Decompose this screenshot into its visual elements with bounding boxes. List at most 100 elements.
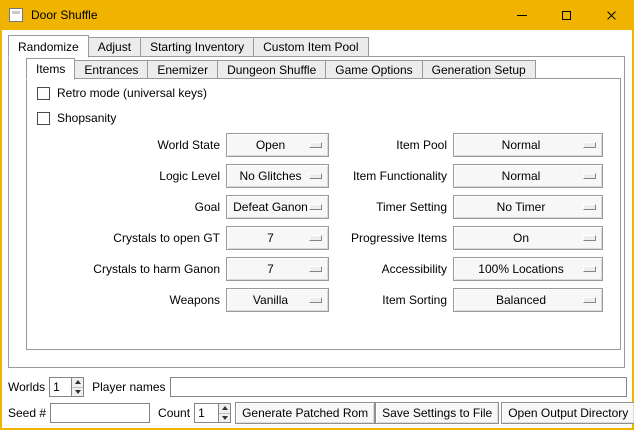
tab-randomize[interactable]: Randomize — [8, 35, 89, 58]
player-names-input[interactable] — [170, 377, 628, 397]
count-spinner-down-button[interactable] — [219, 413, 230, 423]
options-row: World State Open Item Pool Normal — [27, 129, 620, 160]
dropdown-indicator-icon — [309, 235, 322, 241]
seed-row: Seed # Count Generate Patched Rom Save S… — [8, 402, 627, 424]
retro-mode-checkbox[interactable] — [37, 87, 50, 100]
items-tab-panel: Retro mode (universal keys) Shopsanity W… — [26, 78, 621, 350]
dropdown-indicator-icon — [583, 173, 596, 179]
retro-mode-label: Retro mode (universal keys) — [57, 86, 207, 100]
dropdown-value: 7 — [267, 231, 288, 245]
dropdown-value: Normal — [502, 169, 555, 183]
spinner-up-icon — [222, 406, 228, 410]
options-grid: World State Open Item Pool Normal Logic … — [27, 129, 620, 315]
worlds-input[interactable] — [49, 377, 71, 397]
logic-level-dropdown[interactable]: No Glitches — [226, 164, 329, 188]
dropdown-value: On — [513, 231, 543, 245]
spinner-down-icon — [222, 416, 228, 420]
count-spinner-up-button[interactable] — [219, 404, 230, 413]
count-spinner — [194, 403, 231, 423]
dropdown-indicator-icon — [309, 204, 322, 210]
dropdown-value: Normal — [502, 138, 555, 152]
progressive-items-dropdown[interactable]: On — [453, 226, 603, 250]
close-button[interactable] — [589, 0, 634, 30]
world-state-dropdown[interactable]: Open — [226, 133, 329, 157]
item-functionality-dropdown[interactable]: Normal — [453, 164, 603, 188]
dropdown-value: Open — [256, 138, 299, 152]
app-icon — [9, 8, 23, 22]
generate-patched-rom-button[interactable]: Generate Patched Rom — [235, 402, 375, 424]
maximize-icon — [562, 11, 571, 20]
weapons-label: Weapons — [27, 293, 220, 307]
goal-dropdown[interactable]: Defeat Ganon — [226, 195, 329, 219]
options-row: Logic Level No Glitches Item Functionali… — [27, 160, 620, 191]
spinner-down-icon — [75, 390, 81, 394]
crystals-open-gt-label: Crystals to open GT — [27, 231, 220, 245]
goal-label: Goal — [27, 200, 220, 214]
accessibility-dropdown[interactable]: 100% Locations — [453, 257, 603, 281]
dropdown-value: No Glitches — [239, 169, 315, 183]
tab-enemizer[interactable]: Enemizer — [147, 60, 218, 79]
options-row: Crystals to harm Ganon 7 Accessibility 1… — [27, 253, 620, 284]
options-row: Crystals to open GT 7 Progressive Items … — [27, 222, 620, 253]
shopsanity-label: Shopsanity — [57, 111, 116, 125]
worlds-spinner-down-button[interactable] — [72, 387, 83, 397]
open-output-directory-button[interactable]: Open Output Directory — [501, 402, 634, 424]
options-row: Weapons Vanilla Item Sorting Balanced — [27, 284, 620, 315]
window-controls — [499, 0, 634, 30]
world-state-label: World State — [27, 138, 220, 152]
seed-label: Seed # — [8, 406, 46, 420]
crystals-to-harm-ganon-dropdown[interactable]: 7 — [226, 257, 329, 281]
tab-custom-item-pool[interactable]: Custom Item Pool — [253, 37, 368, 57]
worlds-spinner-buttons — [71, 377, 84, 397]
window-title: Door Shuffle — [31, 8, 98, 22]
dropdown-value: 100% Locations — [478, 262, 577, 276]
tab-adjust[interactable]: Adjust — [88, 37, 141, 57]
dropdown-value: 7 — [267, 262, 288, 276]
accessibility-label: Accessibility — [335, 262, 447, 276]
client-area: Randomize Adjust Starting Inventory Cust… — [2, 30, 632, 428]
save-settings-button[interactable]: Save Settings to File — [375, 402, 499, 424]
shopsanity-checkbox[interactable] — [37, 112, 50, 125]
retro-mode-row: Retro mode (universal keys) — [37, 85, 207, 101]
worlds-spinner-up-button[interactable] — [72, 378, 83, 387]
item-sorting-label: Item Sorting — [335, 293, 447, 307]
crystals-to-open-gt-dropdown[interactable]: 7 — [226, 226, 329, 250]
logic-level-label: Logic Level — [27, 169, 220, 183]
dropdown-indicator-icon — [309, 266, 322, 272]
dropdown-indicator-icon — [583, 266, 596, 272]
dropdown-indicator-icon — [583, 204, 596, 210]
close-icon — [606, 10, 617, 21]
spinner-up-icon — [75, 380, 81, 384]
minimize-icon — [517, 15, 527, 16]
item-pool-dropdown[interactable]: Normal — [453, 133, 603, 157]
item-sorting-dropdown[interactable]: Balanced — [453, 288, 603, 312]
main-tab-bar: Randomize Adjust Starting Inventory Cust… — [8, 34, 369, 57]
tab-items[interactable]: Items — [26, 58, 75, 80]
count-input[interactable] — [194, 403, 218, 423]
dropdown-indicator-icon — [309, 297, 322, 303]
dropdown-indicator-icon — [583, 235, 596, 241]
tab-generation-setup[interactable]: Generation Setup — [422, 60, 536, 79]
dropdown-indicator-icon — [309, 142, 322, 148]
tab-game-options[interactable]: Game Options — [325, 60, 422, 79]
tab-starting-inventory[interactable]: Starting Inventory — [140, 37, 254, 57]
timer-setting-label: Timer Setting — [335, 200, 447, 214]
tab-dungeon-shuffle[interactable]: Dungeon Shuffle — [217, 60, 326, 79]
timer-setting-dropdown[interactable]: No Timer — [453, 195, 603, 219]
weapons-dropdown[interactable]: Vanilla — [226, 288, 329, 312]
dropdown-indicator-icon — [309, 173, 322, 179]
count-spinner-buttons — [218, 403, 231, 423]
minimize-button[interactable] — [499, 0, 544, 30]
worlds-spinner — [49, 377, 84, 397]
item-functionality-label: Item Functionality — [335, 169, 447, 183]
title-bar: Door Shuffle — [0, 0, 634, 30]
seed-input[interactable] — [50, 403, 150, 423]
maximize-button[interactable] — [544, 0, 589, 30]
worlds-label: Worlds — [8, 380, 45, 394]
player-names-label: Player names — [92, 380, 165, 394]
count-label: Count — [158, 406, 190, 420]
crystals-harm-ganon-label: Crystals to harm Ganon — [27, 262, 220, 276]
sub-tab-bar: Items Entrances Enemizer Dungeon Shuffle… — [26, 57, 536, 79]
worlds-row: Worlds Player names — [8, 376, 627, 398]
tab-entrances[interactable]: Entrances — [74, 60, 148, 79]
